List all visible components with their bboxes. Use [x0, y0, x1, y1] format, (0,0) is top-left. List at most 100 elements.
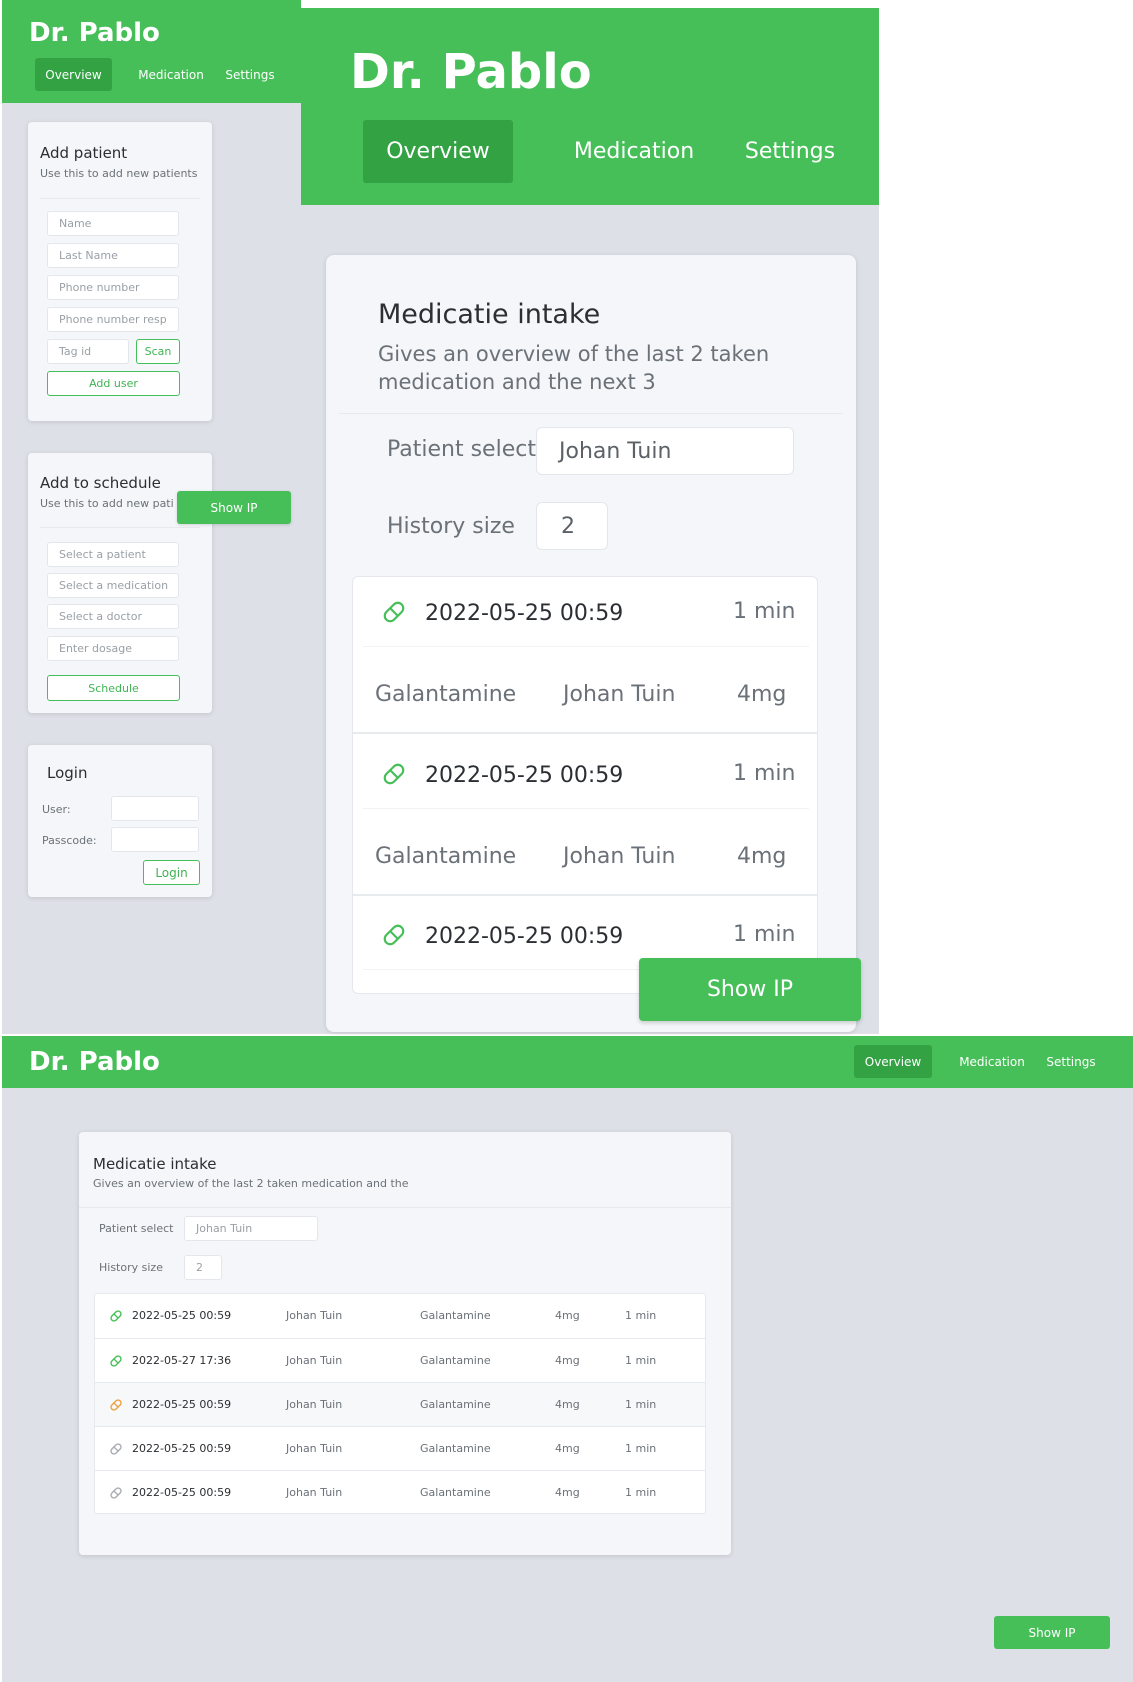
- intake-table: 2022-05-25 00:59 Johan Tuin Galantamine 4mg…: [94, 1293, 706, 1514]
- entry-date: 2022-05-25 00:59: [425, 601, 624, 626]
- row-dose: 4mg: [555, 1309, 580, 1322]
- app-title: Dr. Pablo: [350, 44, 592, 100]
- row-medication: Galantamine: [420, 1486, 491, 1499]
- tab-overview[interactable]: Overview: [854, 1045, 932, 1078]
- entry-date: 2022-05-25 00:59: [425, 924, 624, 949]
- passcode-field[interactable]: [111, 827, 199, 852]
- row-date: 2022-05-25 00:59: [132, 1309, 232, 1322]
- select-medication-field[interactable]: Select a medication: [47, 573, 179, 598]
- table-row[interactable]: 2022-05-27 17:36 Johan Tuin Galantamine 4mg…: [95, 1338, 705, 1382]
- pill-icon: [109, 1397, 123, 1416]
- intake-title: Medicatie intake: [93, 1155, 217, 1173]
- row-patient: Johan Tuin: [286, 1309, 343, 1322]
- entry-date: 2022-05-25 00:59: [425, 763, 624, 788]
- row-time: 1 min: [625, 1309, 657, 1322]
- divider: [363, 646, 809, 647]
- add-patient-card: Add patient Use this to add new patients…: [28, 122, 212, 421]
- name-field[interactable]: Name: [47, 211, 179, 236]
- pill-icon: [381, 599, 407, 625]
- row-dose: 4mg: [555, 1354, 580, 1367]
- add-patient-title: Add patient: [40, 144, 128, 162]
- pill-icon: [109, 1308, 123, 1327]
- row-date: 2022-05-25 00:59: [132, 1486, 232, 1499]
- show-ip-button[interactable]: Show IP: [639, 958, 861, 1021]
- table-row[interactable]: 2022-05-25 00:59 Johan Tuin Galantamine 4mg…: [95, 1294, 705, 1338]
- tab-settings[interactable]: Settings: [1042, 1045, 1100, 1078]
- pill-icon: [381, 922, 407, 948]
- login-card: Login User: Passcode: Login: [28, 745, 212, 897]
- schedule-button[interactable]: Schedule: [47, 675, 180, 701]
- row-date: 2022-05-27 17:36: [132, 1354, 232, 1367]
- entry-dose: 4mg: [737, 682, 787, 707]
- entry-time: 1 min: [733, 761, 796, 786]
- pill-icon: [109, 1441, 123, 1460]
- phone-resp-field[interactable]: Phone number resp: [47, 307, 179, 332]
- row-dose: 4mg: [555, 1442, 580, 1455]
- desktop-header: Dr. Pablo Overview Medication Settings: [2, 1036, 1133, 1088]
- patient-select-label: Patient select: [387, 437, 536, 462]
- history-size-input[interactable]: 2: [536, 502, 608, 550]
- intake-title: Medicatie intake: [378, 299, 601, 330]
- row-medication: Galantamine: [420, 1398, 491, 1411]
- entry-dose: 4mg: [737, 844, 787, 869]
- show-ip-button[interactable]: Show IP: [994, 1616, 1110, 1649]
- pill-icon: [381, 761, 407, 787]
- row-patient: Johan Tuin: [286, 1354, 343, 1367]
- divider: [339, 413, 843, 414]
- show-ip-button[interactable]: Show IP: [177, 491, 291, 524]
- intake-subtitle-line1: Gives an overview of the last 2 taken: [378, 342, 770, 366]
- row-patient: Johan Tuin: [286, 1442, 343, 1455]
- tab-medication[interactable]: Medication: [130, 58, 212, 91]
- schedule-title: Add to schedule: [40, 474, 161, 492]
- tab-medication[interactable]: Medication: [553, 120, 715, 183]
- user-field[interactable]: [111, 796, 199, 821]
- table-row[interactable]: 2022-05-25 00:59 Johan Tuin Galantamine 4mg…: [95, 1426, 705, 1470]
- row-medication: Galantamine: [420, 1354, 491, 1367]
- patient-select[interactable]: Johan Tuin: [184, 1216, 318, 1241]
- patient-select-label: Patient select: [99, 1222, 174, 1235]
- phone-field[interactable]: Phone number: [47, 275, 179, 300]
- tab-settings[interactable]: Settings: [731, 120, 849, 183]
- user-label: User:: [42, 803, 71, 816]
- login-title: Login: [47, 764, 88, 782]
- last-name-field[interactable]: Last Name: [47, 243, 179, 268]
- tag-id-field[interactable]: Tag id: [47, 339, 129, 364]
- passcode-label: Passcode:: [42, 834, 97, 847]
- login-button[interactable]: Login: [143, 860, 200, 885]
- tab-overview[interactable]: Overview: [363, 120, 513, 183]
- intake-subtitle: Gives an overview of the last 2 taken me…: [93, 1177, 409, 1190]
- tab-settings[interactable]: Settings: [221, 58, 279, 91]
- mobile-header: Dr. Pablo Overview Medication Settings: [301, 8, 879, 205]
- table-row[interactable]: 2022-05-25 00:59 Johan Tuin Galantamine 4mg…: [95, 1470, 705, 1513]
- row-time: 1 min: [625, 1354, 657, 1367]
- row-separator: [353, 894, 817, 896]
- row-patient: Johan Tuin: [286, 1486, 343, 1499]
- row-patient: Johan Tuin: [286, 1398, 343, 1411]
- tab-overview[interactable]: Overview: [35, 58, 112, 91]
- select-patient-field[interactable]: Select a patient: [47, 542, 179, 567]
- intake-list: 2022-05-25 00:59 1 min Galantamine Johan…: [352, 576, 818, 994]
- select-doctor-field[interactable]: Select a doctor: [47, 604, 179, 629]
- history-size-input[interactable]: 2: [184, 1255, 222, 1280]
- left-header: Dr. Pablo Overview Medication Settings: [2, 0, 301, 103]
- row-time: 1 min: [625, 1442, 657, 1455]
- entry-patient: Johan Tuin: [563, 682, 676, 707]
- scan-button[interactable]: Scan: [136, 339, 180, 364]
- add-user-button[interactable]: Add user: [47, 371, 180, 396]
- tab-medication[interactable]: Medication: [951, 1045, 1033, 1078]
- schedule-subtitle: Use this to add new pati: [40, 497, 174, 510]
- row-dose: 4mg: [555, 1398, 580, 1411]
- history-size-label: History size: [99, 1261, 163, 1274]
- entry-time: 1 min: [733, 922, 796, 947]
- entry-medication: Galantamine: [375, 682, 517, 707]
- table-row[interactable]: 2022-05-25 00:59 Johan Tuin Galantamine 4mg…: [95, 1382, 705, 1426]
- row-separator: [353, 732, 817, 734]
- patient-select[interactable]: Johan Tuin: [536, 427, 794, 475]
- entry-medication: Galantamine: [375, 844, 517, 869]
- pill-icon: [109, 1353, 123, 1372]
- intake-card-desktop: Medicatie intake Gives an overview of th…: [79, 1132, 731, 1555]
- intake-card-mobile: Medicatie intake Gives an overview of th…: [326, 255, 856, 1032]
- dosage-field[interactable]: Enter dosage: [47, 636, 179, 661]
- intake-subtitle-line2: medication and the next 3: [378, 370, 656, 394]
- row-date: 2022-05-25 00:59: [132, 1442, 232, 1455]
